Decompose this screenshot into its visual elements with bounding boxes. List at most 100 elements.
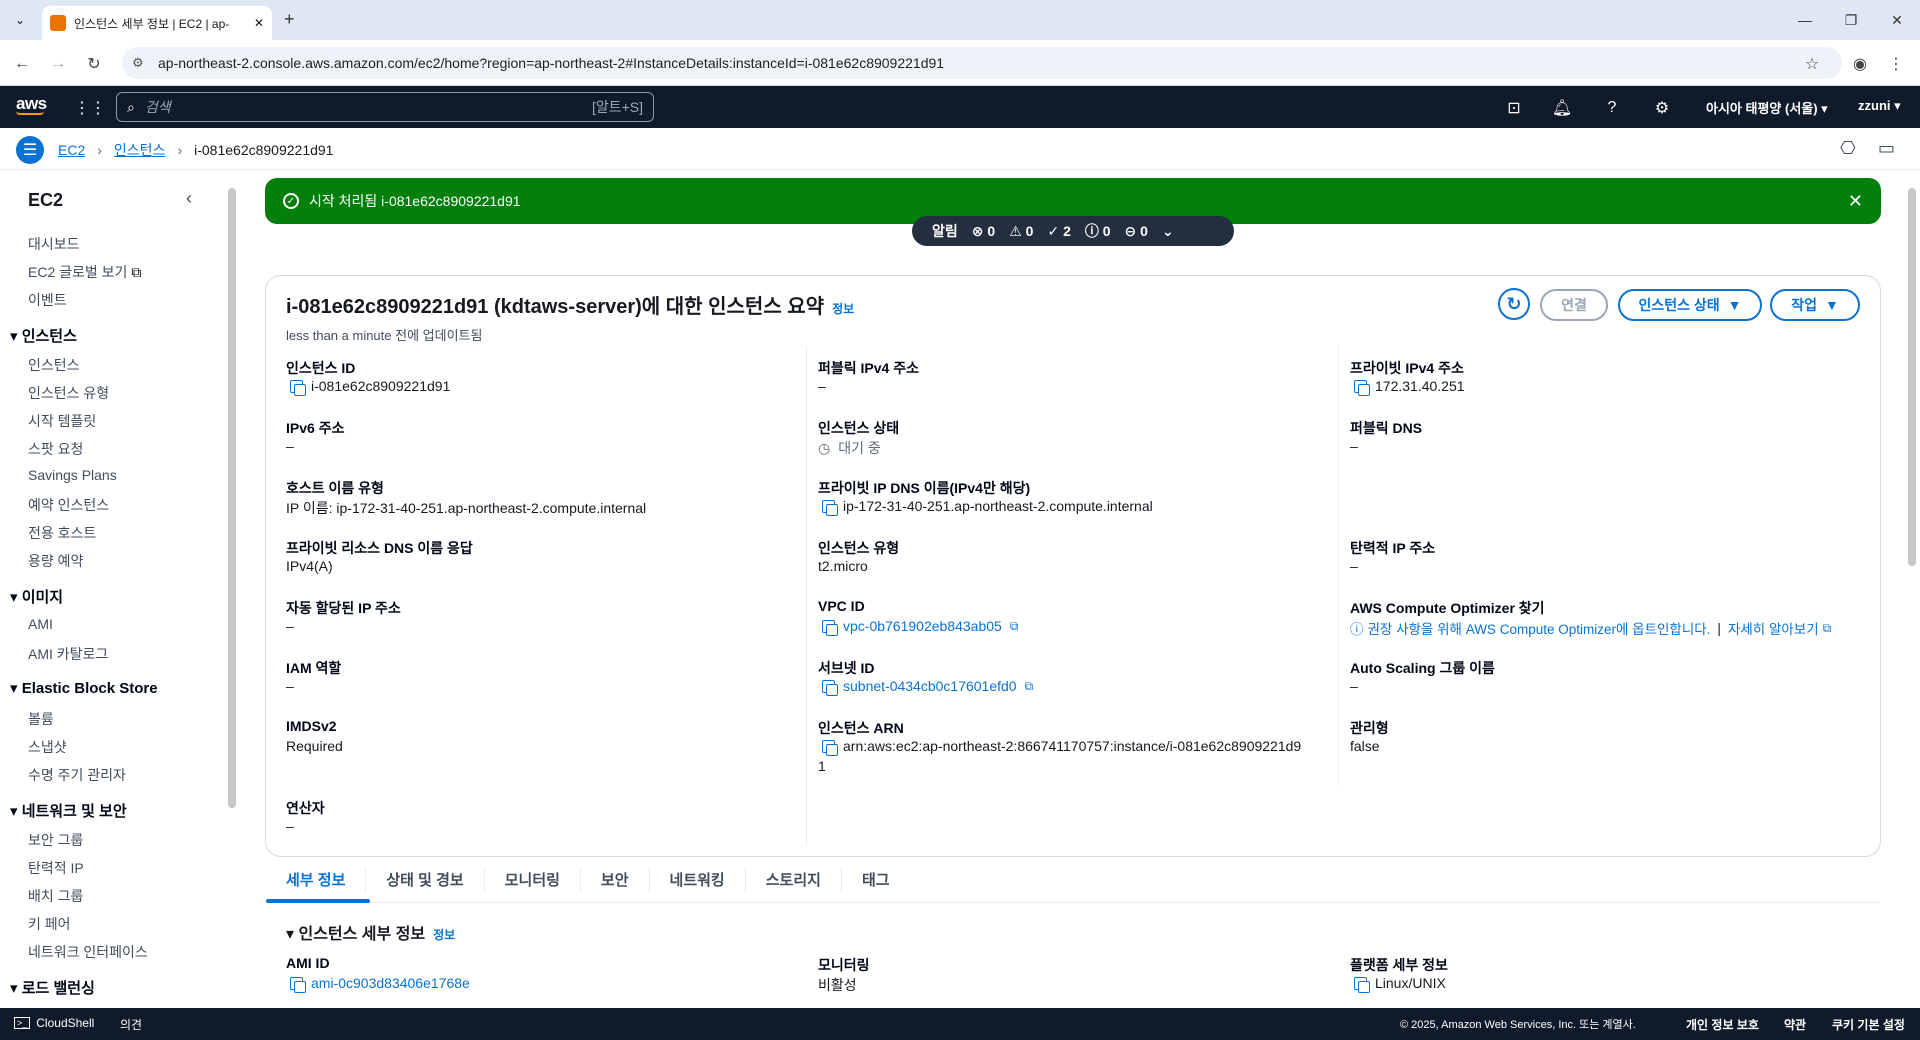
refresh-icon[interactable]: ↻ [1498,288,1530,320]
tab-storage[interactable]: 스토리지 [744,866,841,893]
instance-details-header[interactable]: ▾ 인스턴스 세부 정보 정보 [286,920,455,944]
sidebar-collapse-icon[interactable]: ‹ [186,188,192,209]
profile-icon[interactable]: ◉ [1848,52,1872,76]
sidebar-scrollbar[interactable] [228,188,236,808]
copy-icon[interactable] [1354,379,1370,396]
help-icon[interactable]: ? [1600,96,1624,120]
tab-status-alarms[interactable]: 상태 및 경보 [365,866,483,893]
info-link[interactable]: 정보 [832,302,854,316]
flash-close-icon[interactable]: ✕ [1848,191,1863,212]
close-tab-icon[interactable]: ✕ [254,16,264,30]
field-value: – [286,818,294,834]
close-window-icon[interactable]: ✕ [1874,8,1920,32]
sidebar-item-ami[interactable]: AMI [28,616,53,632]
settings-gear-icon[interactable]: ⚙ [1650,96,1674,120]
sidebar-title: EC2 [28,190,64,210]
sidebar-item-key-pairs[interactable]: 키 페어 [28,914,71,934]
copy-icon[interactable] [290,976,306,993]
opt-in-link[interactable]: 권장 사항을 위해 AWS Compute Optimizer에 옵트인합니다. [1368,618,1711,638]
region-selector[interactable]: 아시아 태평양 (서울) ▾ [1706,98,1828,117]
browser-tab[interactable]: 인스턴스 세부 정보 | EC2 | ap- ✕ [42,6,272,40]
ami-id-link[interactable]: ami-0c903d83406e1768e [290,975,470,993]
copy-icon[interactable] [822,739,838,756]
sidebar-item-network-interfaces[interactable]: 네트워크 인터페이스 [28,942,148,962]
search-input[interactable]: ⌕ 검색 [알트+S] [116,92,654,122]
tab-monitoring[interactable]: 모니터링 [483,866,580,893]
bookmark-star-icon[interactable]: ☆ [1800,52,1824,76]
sidebar-item-snapshots[interactable]: 스냅샷 [28,737,67,757]
back-icon[interactable]: ← [10,52,34,76]
reload-icon[interactable]: ↻ [82,52,106,76]
actions-button[interactable]: 작업 ▼ [1770,289,1860,321]
copy-icon[interactable] [290,379,306,396]
aws-logo[interactable]: aws [16,94,47,115]
sidebar-section-images[interactable]: ▾ 이미지 [10,586,63,607]
sidebar-item-security-groups[interactable]: 보안 그룹 [28,830,83,850]
tab-list-icon[interactable]: ⌄ [10,10,30,30]
terms-link[interactable]: 약관 [1784,1016,1806,1033]
subnet-id-link[interactable]: subnet-0434cb0c17601efd0 ⧉ [822,678,1033,696]
instance-state-button[interactable]: 인스턴스 상태 ▼ [1618,289,1762,321]
site-info-icon[interactable]: ⚙ [132,55,144,71]
sidebar-item-instance-types[interactable]: 인스턴스 유형 [28,383,109,403]
sidebar-section-ebs[interactable]: ▾ Elastic Block Store [10,679,158,697]
sidebar-item-global-view[interactable]: EC2 글로벌 보기 ⧉ [28,262,141,282]
field-label: 퍼블릭 DNS [1350,420,1423,436]
caret-down-icon: ▼ [1824,297,1839,313]
minimize-icon[interactable]: — [1782,8,1828,32]
connect-button[interactable]: 연결 [1540,289,1608,321]
url-field[interactable]: ap-northeast-2.console.aws.amazon.com/ec… [122,47,1842,79]
privacy-link[interactable]: 개인 정보 보호 [1686,1016,1759,1033]
sidebar-item-savings-plans[interactable]: Savings Plans [28,467,117,483]
tab-details[interactable]: 세부 정보 [286,867,365,893]
copy-icon[interactable] [822,499,838,516]
sidebar-item-dedicated-hosts[interactable]: 전용 호스트 [28,523,96,543]
breadcrumb-instances[interactable]: 인스턴스 [114,140,166,160]
account-menu[interactable]: zzuni ▾ [1858,98,1901,114]
copy-icon[interactable] [1354,976,1370,993]
field-label: 모니터링 [818,957,870,973]
cloudshell-link[interactable]: >_ CloudShell [14,1016,94,1030]
sidebar-section-load-balancing[interactable]: ▾ 로드 밸런싱 [10,977,95,998]
info-link[interactable]: 정보 [433,928,455,942]
sidebar-item-events[interactable]: 이벤트 [28,290,67,310]
services-grid-icon[interactable]: ⋮⋮ [74,96,106,120]
cookie-preferences-link[interactable]: 쿠키 기본 설정 [1832,1016,1905,1033]
sidebar-item-lifecycle-manager[interactable]: 수명 주기 관리자 [28,765,126,785]
field-value: Required [286,738,343,754]
sidebar-item-volumes[interactable]: 볼륨 [28,709,54,729]
sidebar-item-instances[interactable]: 인스턴스 [28,355,80,375]
copy-icon[interactable] [822,619,838,636]
sidebar-item-launch-templates[interactable]: 시작 템플릿 [28,411,96,431]
breadcrumb-ec2[interactable]: EC2 [58,142,85,158]
sidebar-item-elastic-ips[interactable]: 탄력적 IP [28,858,84,878]
expand-chevron-icon[interactable]: ⌄ [1162,223,1174,240]
field-label: 퍼블릭 IPv4 주소 [818,360,919,376]
vpc-id-link[interactable]: vpc-0b761902eb843ab05 ⧉ [822,618,1018,636]
forward-icon[interactable]: → [46,52,70,76]
sidebar-item-placement-groups[interactable]: 배치 그룹 [28,886,83,906]
split-panel-icon[interactable]: ▭ [1878,138,1895,159]
notification-summary-bar[interactable]: 알림 ⊗ 0 ⚠ 0 ✓ 2 ⓘ 0 ⊖ 0 ⌄ [912,216,1234,246]
sidebar-item-spot-requests[interactable]: 스팟 요청 [28,439,83,459]
browser-menu-icon[interactable]: ⋮ [1884,52,1908,76]
tab-tags[interactable]: 태그 [840,866,910,893]
sidebar-item-ami-catalog[interactable]: AMI 카탈로그 [28,644,108,664]
sidebar-item-reserved-instances[interactable]: 예약 인스턴스 [28,495,109,515]
sidebar-item-capacity-reservations[interactable]: 용량 예약 [28,551,83,571]
sidebar-section-network[interactable]: ▾ 네트워크 및 보안 [10,800,127,821]
learn-more-link[interactable]: 자세히 알아보기 [1728,618,1819,638]
side-nav-toggle-icon[interactable]: ☰ [16,136,44,164]
copy-icon[interactable] [822,679,838,696]
notifications-bell-icon[interactable]: 🔔︎ [1550,96,1574,120]
tab-networking[interactable]: 네트워킹 [648,866,745,893]
sidebar-item-dashboard[interactable]: 대시보드 [28,234,80,254]
sidebar-section-instances[interactable]: ▾ 인스턴스 [10,325,77,346]
restore-icon[interactable]: ❐ [1828,8,1874,32]
main-scrollbar[interactable] [1908,188,1916,566]
tutorial-panel-icon[interactable]: ⎔ [1840,138,1856,159]
new-tab-icon[interactable]: + [284,9,295,30]
tab-security[interactable]: 보안 [579,866,649,893]
feedback-link[interactable]: 의견 [120,1016,142,1033]
cloudshell-icon[interactable]: ⊡ [1502,96,1526,120]
